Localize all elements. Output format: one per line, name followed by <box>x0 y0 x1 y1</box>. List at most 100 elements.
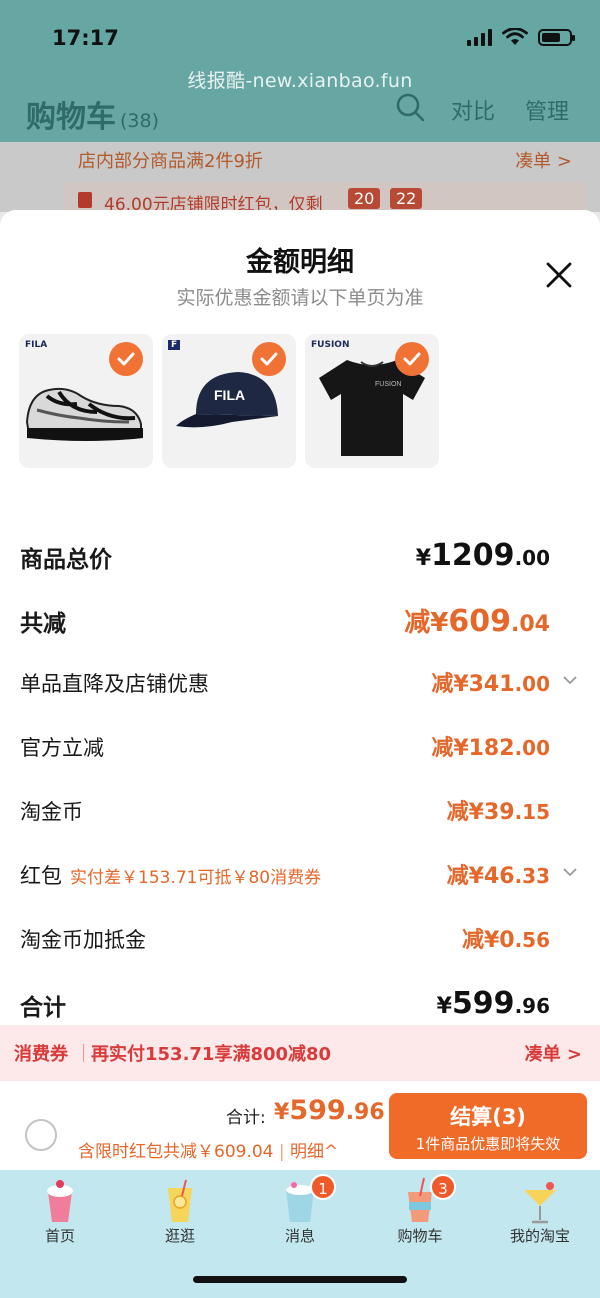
timer-minutes: 22 <box>390 188 423 209</box>
coupon-text: 再实付153.71享满800减80 <box>91 1044 332 1065</box>
value-prefix: 减¥ <box>446 864 484 889</box>
row-label: 淘金币 <box>20 800 83 824</box>
sheet-subtitle: 实际优惠金额请以下单页为准 <box>176 287 424 309</box>
value-prefix: 减¥ <box>404 608 449 638</box>
tab-badge: 1 <box>310 1174 336 1200</box>
row-label: 红包 实付差￥153.71可抵￥80消费券 <box>20 860 321 890</box>
product-thumb-cap[interactable]: F FILA <box>162 334 296 468</box>
row-taojinbi: 淘金币 减¥39.15 <box>0 786 600 836</box>
value-prefix: 减¥ <box>446 800 484 825</box>
select-all-radio[interactable] <box>25 1119 57 1151</box>
chevron-down-icon[interactable] <box>562 672 578 688</box>
svg-text:FUSION: FUSION <box>375 381 401 388</box>
hongbao-hint: 实付差￥153.71可抵￥80消费券 <box>70 868 322 888</box>
tab-messages[interactable]: 1 消息 <box>240 1170 360 1260</box>
product-thumbnails: FILA F FILA FUSION FUSION <box>19 334 439 468</box>
cart-title-text: 购物车 <box>26 100 116 135</box>
detail-toggle[interactable]: 明细^ <box>290 1142 338 1162</box>
value-dec: .00 <box>514 672 550 696</box>
row-value: 减¥182.00 <box>431 730 550 762</box>
sheet-title: 金额明细 <box>246 247 354 278</box>
value-dec: .04 <box>511 612 550 637</box>
status-time: 17:17 <box>52 26 119 50</box>
value-int: 46 <box>483 864 515 889</box>
coupon-add-items-link[interactable]: 凑单 > <box>525 1040 582 1066</box>
row-value: ¥1209.00 <box>416 538 550 573</box>
row-label: 官方立减 <box>20 736 104 760</box>
value-int: 609 <box>448 604 512 639</box>
value-dec: .96 <box>514 994 550 1018</box>
row-hongbao[interactable]: 红包 实付差￥153.71可抵￥80消费券 减¥46.33 <box>0 850 600 900</box>
search-icon[interactable] <box>395 92 425 122</box>
row-label: 商品总价 <box>20 547 112 573</box>
value-int: 182 <box>468 736 515 761</box>
checkmark-icon <box>252 342 286 376</box>
product-thumb-sneaker[interactable]: FILA <box>19 334 153 468</box>
chevron-down-icon[interactable] <box>562 864 578 880</box>
cellular-signal-icon <box>467 28 492 46</box>
value-dec: .33 <box>514 864 550 888</box>
manage-button[interactable]: 管理 <box>525 94 569 126</box>
checkmark-icon <box>109 342 143 376</box>
row-total-reduce: 共减 减¥609.04 <box>0 594 600 644</box>
product-thumb-tshirt[interactable]: FUSION FUSION <box>305 334 439 468</box>
checkout-button-subtitle: 1件商品优惠即将失效 <box>415 1135 561 1153</box>
row-label: 淘金币加抵金 <box>20 928 146 952</box>
currency-symbol: ¥ <box>274 1100 290 1125</box>
tab-label: 首页 <box>44 1227 75 1245</box>
value-dec: .00 <box>514 546 550 570</box>
cart-count: (38) <box>120 110 160 132</box>
tab-browse[interactable]: 逛逛 <box>120 1170 240 1260</box>
row-value: 减¥0.56 <box>462 922 550 954</box>
value-dec: .15 <box>514 800 550 824</box>
coupon-divider <box>83 1044 84 1062</box>
total-value: ¥599.96 <box>274 1095 385 1126</box>
tab-badge: 3 <box>430 1174 456 1200</box>
checkout-bar: 合计: ¥599.96 含限时红包共减￥609.04 | 明细^ 结算(3) 1… <box>0 1081 600 1170</box>
browse-drink-icon <box>168 1179 192 1222</box>
row-sum: 合计 ¥599.96 <box>0 978 600 1028</box>
value-dec: .00 <box>514 736 550 760</box>
tab-home[interactable]: 首页 <box>0 1170 120 1260</box>
coupon-tag: 消费券 <box>14 1044 68 1065</box>
wifi-icon <box>502 28 528 45</box>
store-promo-text: 店内部分商品满2件9折 <box>78 151 263 172</box>
row-total-price: 商品总价 ¥1209.00 <box>0 530 600 580</box>
watermark-text: 线报酷-new.xianbao.fun <box>187 70 413 92</box>
svg-text:FILA: FILA <box>214 387 245 403</box>
status-icons <box>467 28 575 46</box>
total-label: 合计: <box>226 1108 266 1128</box>
row-label: 共减 <box>20 611 66 637</box>
battery-icon <box>538 28 575 46</box>
close-icon[interactable] <box>542 258 576 292</box>
row-label: 合计 <box>20 995 66 1021</box>
value-int: 341 <box>468 672 515 697</box>
checkout-button[interactable]: 结算(3) 1件商品优惠即将失效 <box>389 1093 587 1159</box>
row-value: 减¥46.33 <box>447 858 550 890</box>
tab-label: 购物车 <box>397 1227 443 1245</box>
coupon-bar: 消费券 再实付153.71享满800减80 凑单 > <box>0 1025 600 1081</box>
row-label-text: 红包 <box>20 864 62 888</box>
tab-label: 我的淘宝 <box>509 1227 570 1245</box>
row-value: 减¥341.00 <box>431 666 550 698</box>
discount-text: 含限时红包共减￥609.04 <box>78 1142 274 1162</box>
row-item-discount[interactable]: 单品直降及店铺优惠 减¥341.00 <box>0 658 600 708</box>
tab-cart[interactable]: 3 购物车 <box>360 1170 480 1260</box>
redpacket-icon <box>78 192 92 208</box>
home-indicator <box>193 1276 407 1283</box>
value-prefix: 减¥ <box>431 736 469 761</box>
store-promo-bar: 店内部分商品满2件9折 凑单 > 46.00元店铺限时红包，仅剩 20 22 <box>0 142 600 216</box>
store-promo-link[interactable]: 凑单 > <box>515 147 572 173</box>
status-bar: 17:17 <box>0 20 600 60</box>
home-drink-icon <box>47 1180 73 1222</box>
value-int: 0 <box>499 928 515 953</box>
cart-title: 购物车 (38) <box>26 92 159 136</box>
compare-button[interactable]: 对比 <box>451 94 495 126</box>
tab-label: 消息 <box>284 1227 315 1245</box>
row-value: 减¥39.15 <box>447 794 550 826</box>
row-official-discount: 官方立减 减¥182.00 <box>0 722 600 772</box>
currency-symbol: ¥ <box>415 546 432 571</box>
row-label: 单品直降及店铺优惠 <box>20 672 209 696</box>
profile-drink-icon <box>524 1182 556 1224</box>
tab-profile[interactable]: 我的淘宝 <box>480 1170 600 1260</box>
